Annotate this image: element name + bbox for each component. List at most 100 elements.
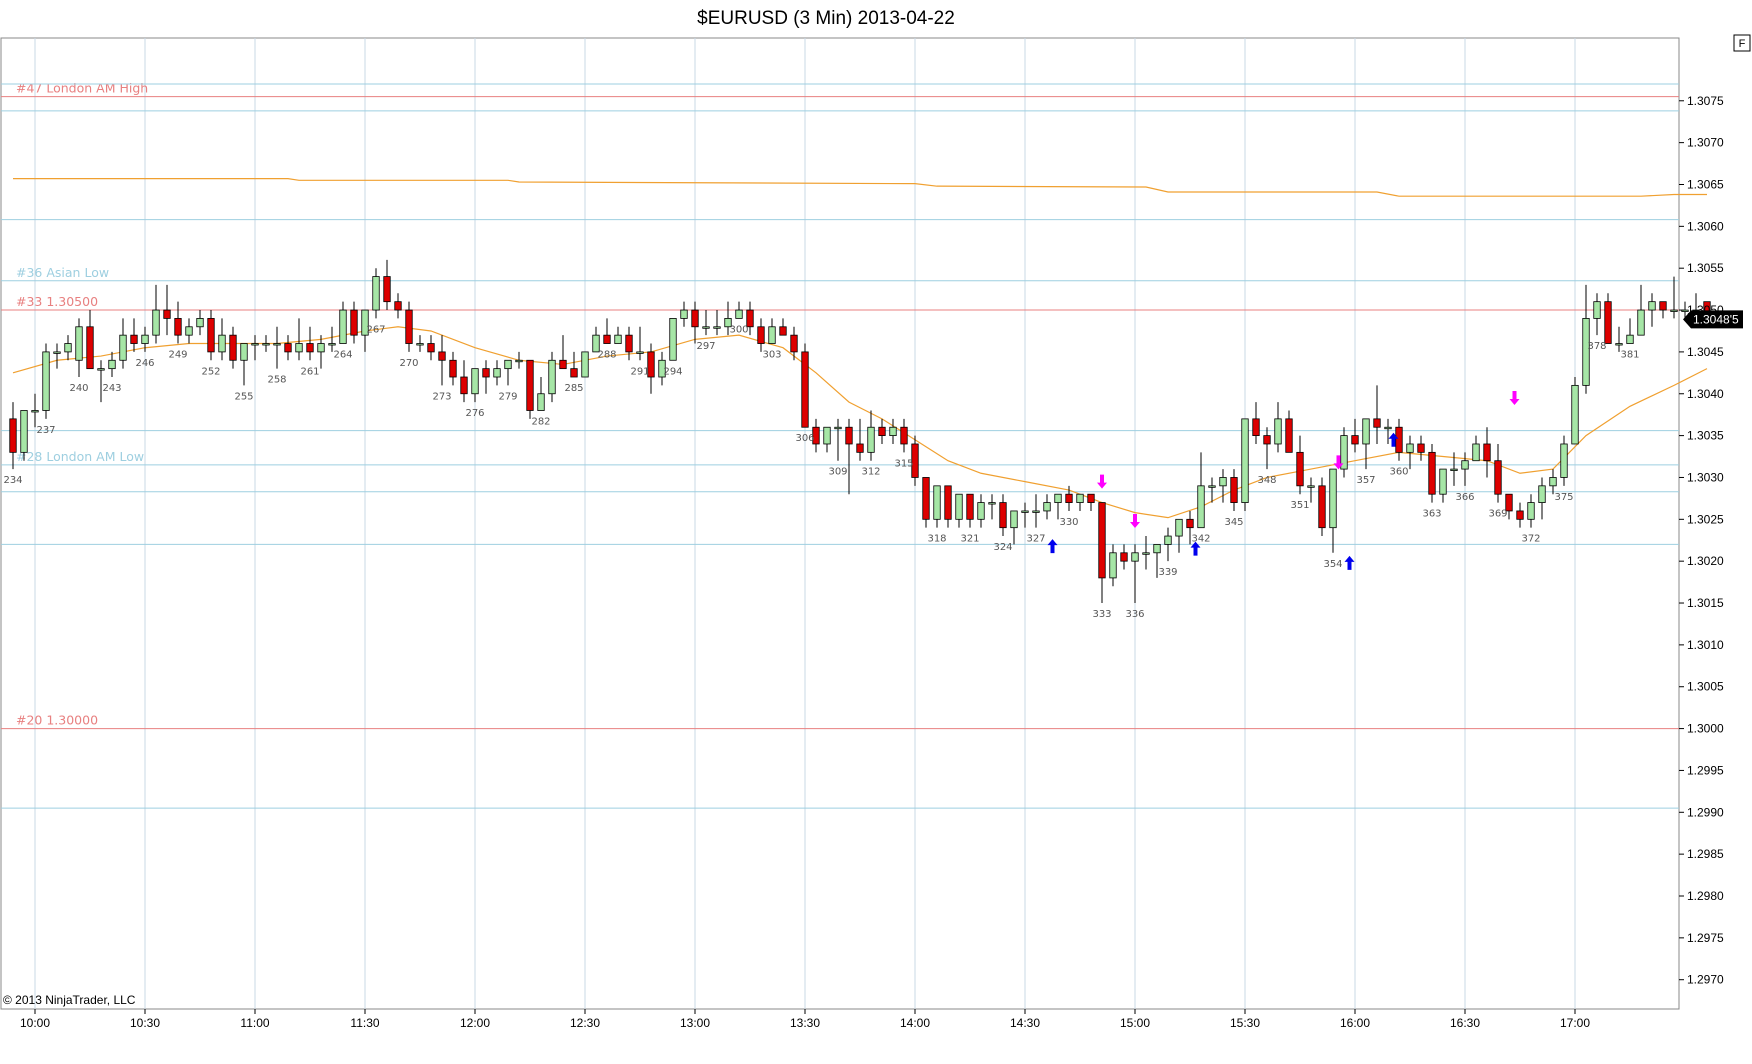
candle-body-up — [1593, 301, 1601, 319]
candle-body-up — [196, 318, 204, 328]
bar-number-label: 264 — [333, 350, 352, 361]
corner-box[interactable]: F — [1733, 34, 1751, 52]
candle-body-down — [1604, 301, 1612, 344]
candle-body-up — [1197, 485, 1205, 529]
candle-body-down — [207, 318, 215, 353]
candle-body-up — [636, 351, 644, 354]
bar-number-label: 309 — [828, 467, 847, 478]
bar-number-label: 363 — [1422, 509, 1441, 520]
time-tick-label: 15:00 — [1120, 1016, 1150, 1030]
candle-body-down — [438, 351, 446, 361]
bar-number-label: 273 — [432, 391, 451, 402]
bar-number-label: 327 — [1026, 534, 1045, 545]
bar-number-label: 354 — [1323, 559, 1342, 570]
price-tick-label: 1.2990 — [1687, 805, 1724, 819]
candle-body-down — [1318, 485, 1326, 529]
candle-body-down — [999, 502, 1007, 529]
candle-body-down — [570, 368, 578, 378]
bar-number-label: 375 — [1554, 492, 1573, 503]
candle-body-up — [1571, 384, 1579, 445]
price-tick-label: 1.3075 — [1687, 94, 1724, 108]
bar-number-label: 330 — [1059, 517, 1078, 528]
price-tick-label: 1.3010 — [1687, 638, 1724, 652]
bar-number-label: 336 — [1125, 609, 1144, 620]
candle-body-up — [1527, 502, 1535, 520]
price-tick-label: 1.3000 — [1687, 722, 1724, 736]
bar-number-label: 381 — [1620, 350, 1639, 361]
price-tick-label: 1.3030 — [1687, 470, 1724, 484]
candle-body-down — [1263, 435, 1271, 445]
candle-body-down — [1285, 418, 1293, 453]
candle-body-up — [548, 359, 556, 395]
candle-body-down — [944, 485, 952, 520]
candle-body-up — [1010, 510, 1018, 529]
candle-body-up — [141, 334, 149, 344]
candle-body-down — [174, 318, 182, 336]
candle-body-down — [878, 426, 886, 437]
candle-body-down — [1120, 552, 1128, 562]
candle-body-down — [1186, 518, 1194, 529]
candle-body-down — [856, 443, 864, 453]
candle-body-up — [1307, 485, 1315, 488]
time-axis[interactable]: 10:00 10:30 11:00 11:30 12:00 12:30 13:00 13:30… — [20, 1009, 1590, 1030]
price-axis[interactable]: 1.30751.30701.30651.30601.30551.30501.30… — [1679, 94, 1724, 987]
candle-body-down — [1417, 443, 1425, 453]
candle-body-down — [427, 343, 435, 353]
candle-body-up — [1241, 418, 1249, 503]
candle-body-down — [625, 334, 633, 353]
candle-body-down — [790, 334, 798, 353]
price-tick-label: 1.2995 — [1687, 763, 1724, 777]
candle-body-up — [768, 326, 776, 344]
candle-body-up — [735, 309, 743, 319]
candle-body-down — [922, 477, 930, 520]
copyright-text: © 2013 NinjaTrader, LLC — [3, 993, 136, 1007]
bar-number-label: 294 — [663, 366, 682, 377]
time-tick-label: 11:00 — [240, 1016, 269, 1030]
bar-number-label: 333 — [1092, 609, 1111, 620]
price-tick-label: 1.2975 — [1687, 931, 1724, 945]
candle-body-down — [306, 343, 314, 353]
candle-body-down — [394, 301, 402, 311]
candle-body-up — [1164, 535, 1172, 545]
candle-body-down — [801, 351, 809, 428]
candle-body-up — [1054, 493, 1062, 503]
candle-body-up — [416, 343, 424, 346]
time-tick-label: 16:30 — [1450, 1016, 1480, 1030]
candle-body-up — [1648, 301, 1656, 311]
candle-body-up — [713, 326, 721, 329]
candle-body-up — [823, 426, 831, 445]
candle-body-up — [867, 426, 875, 453]
candle-body-up — [1472, 443, 1480, 462]
price-tick-label: 1.2980 — [1687, 889, 1724, 903]
candle-body-up — [1549, 477, 1557, 487]
candle-body-down — [130, 334, 138, 344]
bar-number-label: 267 — [366, 324, 385, 335]
candle-body-down — [350, 309, 358, 336]
time-tick-label: 13:30 — [790, 1016, 820, 1030]
bar-number-label: 303 — [762, 350, 781, 361]
price-tick-label: 1.3055 — [1687, 261, 1724, 275]
sell-signal-arrow — [1130, 513, 1140, 528]
candle-body-up — [1406, 443, 1414, 453]
horizontal-level-lines: #47 London AM High #36 Asian Low #33 1.305… — [1, 81, 1679, 809]
candle-body-up — [1175, 518, 1183, 537]
candle-body-up — [339, 309, 347, 344]
bar-number-label: 318 — [927, 534, 946, 545]
bar-number-label: 240 — [69, 383, 88, 394]
bar-number-label: 300 — [729, 324, 748, 335]
candle-body-up — [955, 493, 963, 520]
candle-body-down — [1065, 493, 1073, 503]
candle-body-up — [1439, 468, 1447, 495]
level-line-label: #47 London AM High — [16, 81, 148, 96]
candle-body-up — [515, 359, 523, 363]
candle-body-down — [966, 493, 974, 520]
price-tick-label: 1.3035 — [1687, 429, 1724, 443]
candle-body-up — [31, 410, 39, 413]
bar-number-label: 285 — [564, 383, 583, 394]
candle-body-down — [603, 334, 611, 344]
bar-number-label: 348 — [1257, 475, 1276, 486]
candle-body-up — [240, 343, 248, 361]
candle-body-up — [1208, 485, 1216, 488]
bar-number-label: 282 — [531, 416, 550, 427]
upper-band-line — [13, 178, 1707, 197]
